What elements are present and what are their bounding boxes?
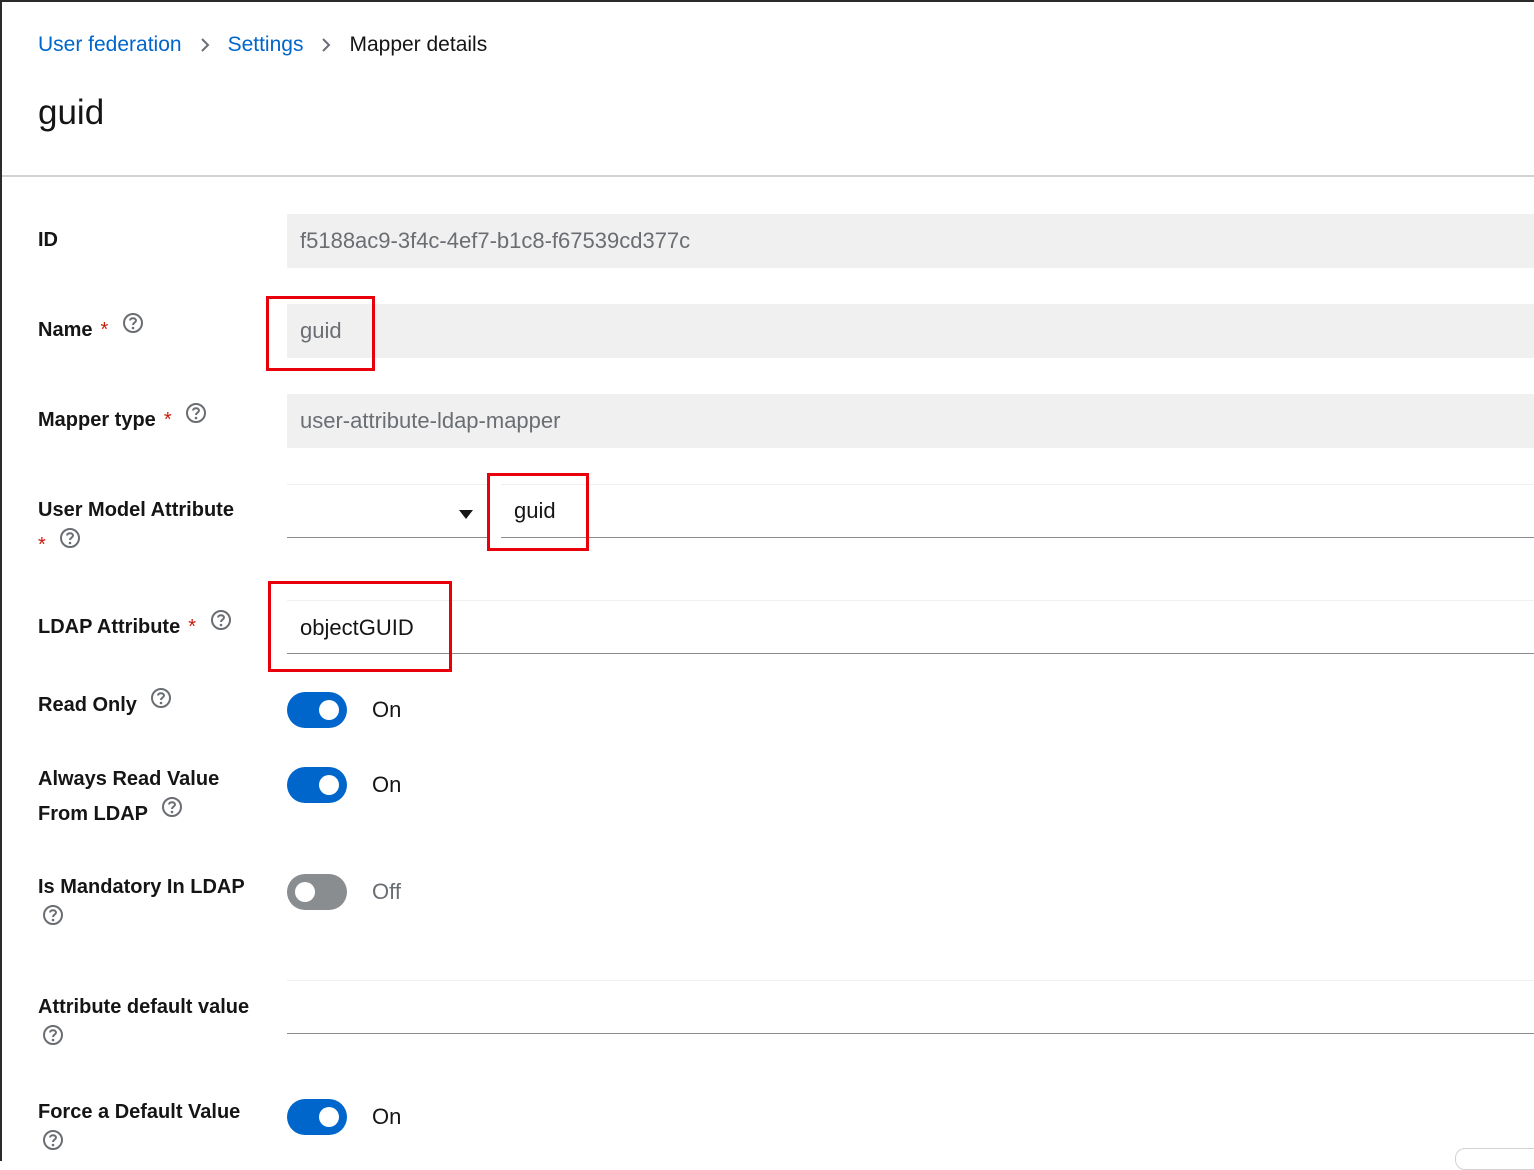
help-circle-icon[interactable] (59, 526, 81, 561)
help-circle-icon[interactable] (150, 686, 172, 721)
id-label: ID (38, 229, 58, 251)
breadcrumb-user-federation[interactable]: User federation (38, 33, 182, 57)
help-circle-icon[interactable] (42, 1128, 64, 1163)
required-asterisk: * (188, 616, 197, 638)
caret-down-icon (459, 506, 473, 524)
attribute-default-value-field[interactable] (287, 980, 1534, 1034)
always-read-value-label: Always Read Value From LDAP (38, 762, 278, 832)
name-label: Name * (38, 313, 278, 348)
breadcrumb-settings[interactable]: Settings (228, 33, 304, 57)
required-asterisk: * (163, 409, 172, 431)
ldap-attribute-field[interactable]: objectGUID (287, 600, 1534, 654)
id-field[interactable]: f5188ac9-3f4c-4ef7-b1c8-f67539cd377c (287, 214, 1534, 268)
mapper-type-label: Mapper type * (38, 403, 278, 438)
breadcrumb: User federation Settings Mapper details (38, 30, 487, 60)
force-default-value-switch[interactable] (287, 1099, 347, 1135)
force-default-value-state: On (372, 1104, 402, 1129)
breadcrumb-current: Mapper details (349, 33, 488, 56)
help-circle-icon[interactable] (161, 795, 183, 830)
help-circle-icon[interactable] (122, 311, 144, 346)
angle-right-icon (303, 33, 349, 57)
is-mandatory-label: Is Mandatory In LDAP (38, 870, 288, 940)
help-circle-icon[interactable] (42, 903, 64, 938)
read-only-state: On (372, 697, 402, 722)
is-mandatory-switch[interactable] (287, 874, 347, 910)
ldap-attribute-label: LDAP Attribute * (38, 610, 278, 645)
user-model-attribute-select[interactable] (287, 484, 488, 538)
always-read-value-switch[interactable] (287, 767, 347, 803)
user-model-attribute-label: User Model Attribute * (38, 493, 278, 563)
required-asterisk: * (100, 319, 109, 341)
angle-right-icon (182, 33, 228, 57)
is-mandatory-state: Off (372, 879, 401, 904)
switch-knob (319, 700, 339, 720)
always-read-value-state: On (372, 772, 402, 797)
help-circle-icon[interactable] (42, 1023, 64, 1058)
attribute-default-value-label: Attribute default value (38, 990, 283, 1060)
name-field[interactable]: guid (287, 304, 1534, 358)
switch-knob (319, 775, 339, 795)
screen-top-border (0, 0, 1534, 2)
page-title: guid (38, 93, 105, 132)
help-circle-icon[interactable] (185, 401, 207, 436)
partial-widget (1455, 1148, 1534, 1170)
required-asterisk: * (38, 534, 46, 556)
read-only-switch[interactable] (287, 692, 347, 728)
mapper-type-field[interactable]: user-attribute-ldap-mapper (287, 394, 1534, 448)
switch-knob (319, 1107, 339, 1127)
help-circle-icon[interactable] (210, 608, 232, 643)
header-divider (2, 175, 1534, 177)
force-default-value-label: Force a Default Value (38, 1095, 278, 1165)
switch-knob (295, 882, 315, 902)
read-only-label: Read Only (38, 688, 278, 723)
user-model-attribute-input[interactable]: guid (501, 484, 1534, 538)
